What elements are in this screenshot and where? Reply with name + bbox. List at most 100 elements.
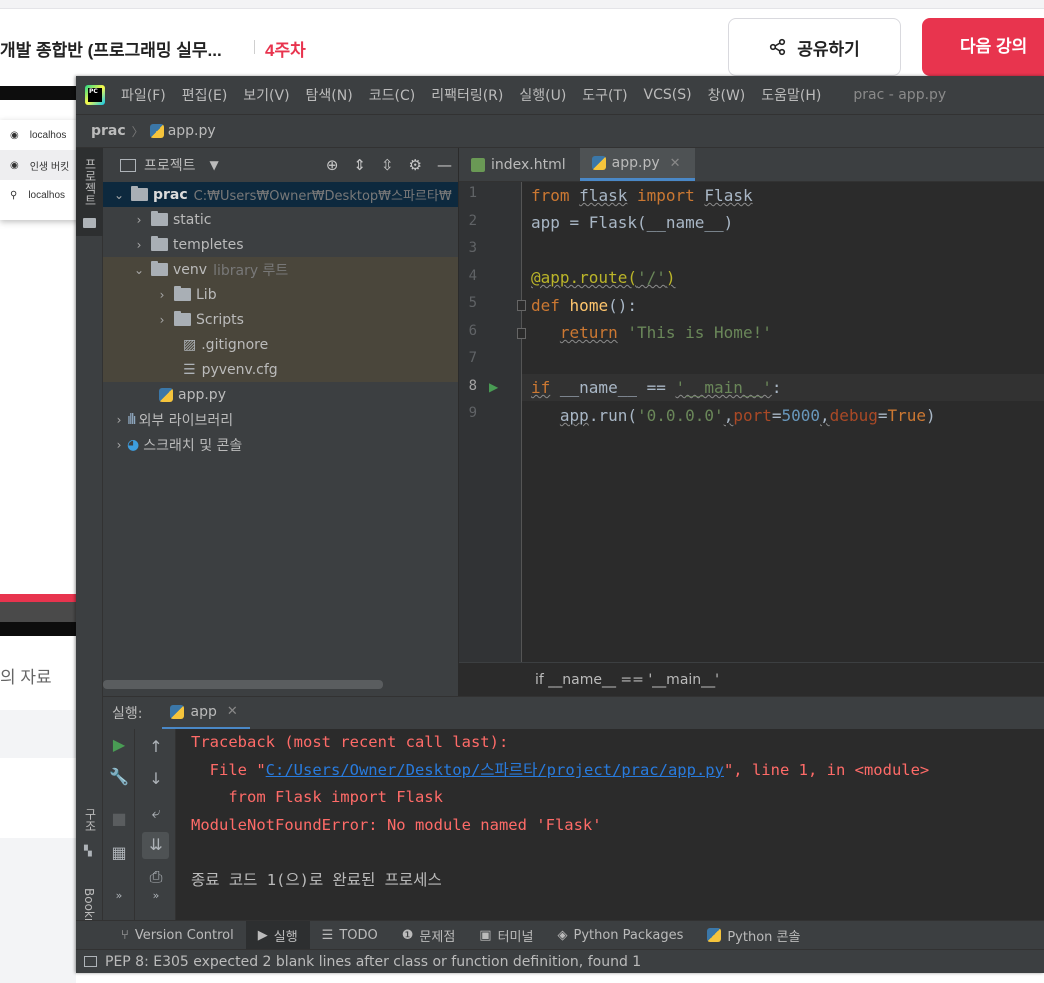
tree-item-templetes[interactable]: › templetes — [131, 232, 244, 257]
rerun-icon[interactable]: ▶ — [107, 735, 131, 754]
close-icon[interactable]: ✕ — [227, 704, 238, 719]
toggle-panels-icon[interactable] — [84, 956, 97, 967]
menu-edit[interactable]: 편집(E) — [182, 85, 228, 105]
tab-index-html[interactable]: index.html — [459, 148, 580, 181]
tool-window-bar: ⑂ Version Control ▶ 실행 ☰ TODO ❶ 문제점 ▣ 터미… — [76, 920, 1044, 950]
menu-view[interactable]: 보기(V) — [243, 85, 289, 105]
tool-terminal[interactable]: ▣ 터미널 — [467, 921, 545, 950]
tool-run[interactable]: ▶ 실행 — [245, 920, 310, 950]
tree-item-pyvenv[interactable]: ☰ pyvenv.cfg — [183, 357, 278, 382]
editor-breadcrumb[interactable]: if __name__ == '__main__' — [459, 662, 1044, 696]
tree-item-external-libraries[interactable]: › ıllı 외부 라이브러리 — [111, 407, 234, 432]
run-tab-app[interactable]: app ✕ — [162, 697, 250, 730]
code-line: app = Flask(__name__) — [531, 213, 734, 232]
menu-navigate[interactable]: 탐색(N) — [306, 85, 353, 105]
tree-item-scripts[interactable]: › Scripts — [154, 307, 244, 332]
horizontal-scrollbar[interactable] — [103, 680, 383, 689]
breadcrumb: prac 〉 app.py — [76, 114, 1044, 148]
print-icon[interactable]: ⎙ — [144, 867, 168, 887]
chevron-down-icon[interactable]: ▼ — [210, 158, 219, 172]
tool-problems[interactable]: ❶ 문제점 — [390, 921, 468, 950]
chevron-down-icon[interactable]: ⌄ — [131, 263, 147, 277]
python-file-icon — [149, 124, 164, 138]
menu-vcs[interactable]: VCS(S) — [644, 87, 692, 103]
python-file-icon — [159, 387, 173, 402]
chevron-right-icon[interactable]: › — [111, 413, 127, 427]
pycharm-logo-icon: PC — [85, 85, 105, 105]
tool-version-control[interactable]: ⑂ Version Control — [109, 921, 246, 950]
editor-tabs: index.html app.py ✕ — [459, 148, 1044, 182]
structure-tool-tab[interactable]: 구조 ▚ — [76, 808, 103, 864]
wrench-icon[interactable]: 🔧 — [107, 767, 131, 786]
chevron-down-icon[interactable]: ⌄ — [111, 188, 127, 202]
tree-item-lib[interactable]: › Lib — [154, 282, 217, 307]
status-message[interactable]: PEP 8: E305 expected 2 blank lines after… — [105, 954, 641, 970]
share-button[interactable]: 공유하기 — [728, 18, 901, 76]
chevron-right-icon[interactable]: › — [111, 438, 127, 452]
close-icon[interactable]: ✕ — [670, 156, 681, 171]
run-gutter-icon[interactable]: ▶ — [489, 380, 498, 394]
tree-item-prac[interactable]: ⌄ prac C:₩Users₩Owner₩Desktop₩스파르타₩ — [103, 182, 458, 207]
video-controls — [0, 602, 76, 622]
collapse-all-icon[interactable]: ⇳ — [381, 156, 394, 174]
menu-tools[interactable]: 도구(T) — [582, 85, 627, 105]
share-icon — [770, 38, 786, 56]
left-tool-strip: 프로젝트 구조 ▚ Bookmarks ▮ — [76, 148, 103, 973]
history-item[interactable]: ◉ 인생 버킷 — [0, 150, 80, 180]
fold-icon[interactable] — [517, 300, 526, 311]
menu-file[interactable]: 파일(F) — [121, 85, 166, 105]
project-panel-tools: ⊕ ⇕ ⇳ ⚙ — — [326, 156, 452, 174]
terminal-icon: ▣ — [479, 927, 492, 943]
run-panel-header: 실행: app ✕ — [103, 696, 1044, 730]
code-editor[interactable]: 1 2 3 4 5 6 7 8 9 ▶ from flask import Fl… — [459, 182, 1044, 662]
chevron-right-icon[interactable]: › — [154, 313, 170, 327]
arrow-down-icon[interactable]: ↓ — [144, 769, 168, 788]
gear-icon[interactable]: ⚙ — [409, 156, 422, 174]
console-line: 종료 코드 1(으)로 완료된 프로세스 — [191, 871, 442, 889]
tab-app-py[interactable]: app.py ✕ — [579, 148, 695, 181]
tool-todo[interactable]: ☰ TODO — [310, 921, 390, 950]
breadcrumb-project[interactable]: prac — [91, 123, 126, 139]
stop-icon[interactable]: ■ — [107, 809, 131, 828]
code-line: @app.route('/') — [531, 268, 676, 287]
layout-icon[interactable]: ▦ — [107, 843, 131, 862]
more-icon[interactable]: » — [144, 889, 168, 902]
video-progress-bar[interactable] — [0, 594, 76, 602]
tree-item-venv[interactable]: ⌄ venv library 루트 — [131, 257, 288, 282]
history-item[interactable]: ⚲ localhos — [0, 180, 80, 210]
project-tool-tab[interactable]: 프로젝트 — [76, 148, 103, 236]
library-icon: ıllı — [127, 411, 136, 428]
menu-help[interactable]: 도움말(H) — [761, 85, 821, 105]
soft-wrap-icon[interactable]: ⤶ — [144, 803, 168, 823]
menu-refactor[interactable]: 리팩터링(R) — [431, 85, 503, 105]
scroll-to-end-icon[interactable]: ⇊ — [144, 835, 168, 854]
project-panel-title[interactable]: 프로젝트 — [144, 155, 196, 175]
tool-python-packages[interactable]: ◈ Python Packages — [545, 921, 695, 950]
tree-item-scratches[interactable]: › ◕ 스크래치 및 콘솔 — [111, 432, 243, 457]
arrow-up-icon[interactable]: ↑ — [144, 737, 168, 756]
more-icon[interactable]: » — [107, 889, 131, 902]
tree-item-static[interactable]: › static — [131, 207, 211, 232]
file-link[interactable]: C:/Users/Owner/Desktop/스파르타/project/prac… — [266, 761, 724, 779]
locate-icon[interactable]: ⊕ — [326, 156, 339, 174]
breadcrumb-file[interactable]: app.py — [168, 123, 216, 139]
expand-all-icon[interactable]: ⇕ — [353, 156, 366, 174]
chevron-right-icon[interactable]: › — [131, 213, 147, 227]
run-console[interactable]: Traceback (most recent call last): File … — [176, 729, 1044, 920]
history-item[interactable]: ◉ localhos — [0, 120, 80, 150]
tree-item-gitignore[interactable]: ▨ .gitignore — [183, 332, 268, 357]
fold-icon[interactable] — [517, 328, 526, 339]
menu-run[interactable]: 실행(U) — [519, 85, 566, 105]
hide-icon[interactable]: — — [437, 156, 452, 174]
project-panel-header: 프로젝트 ▼ ⊕ ⇕ ⇳ ⚙ — — [103, 148, 458, 182]
next-lecture-button[interactable]: 다음 강의 — [922, 18, 1044, 76]
tree-item-app-py[interactable]: app.py — [159, 382, 226, 407]
run-panel-label: 실행: — [112, 706, 143, 722]
menu-window[interactable]: 창(W) — [708, 85, 746, 105]
chevron-right-icon[interactable]: › — [154, 288, 170, 302]
chevron-right-icon[interactable]: › — [131, 238, 147, 252]
globe-icon: ◉ — [10, 159, 19, 171]
branch-icon: ⑂ — [121, 927, 129, 943]
tool-python-console[interactable]: Python 콘솔 — [695, 921, 812, 950]
menu-code[interactable]: 코드(C) — [369, 85, 415, 105]
